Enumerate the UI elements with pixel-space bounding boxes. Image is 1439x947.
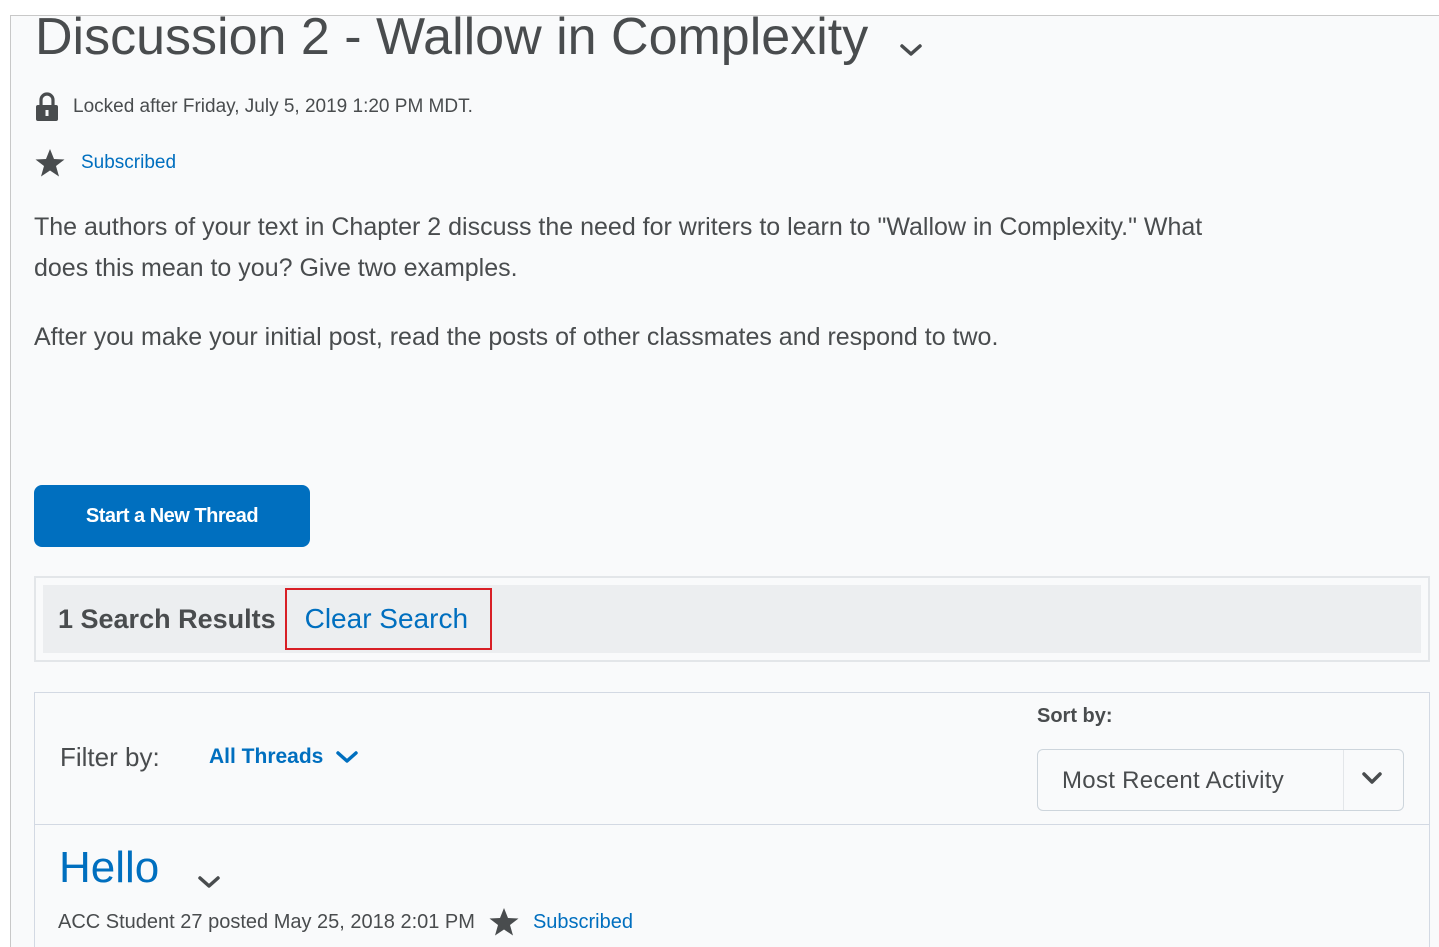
clear-search-label: Clear Search (304, 603, 469, 634)
chevron-down-icon (336, 751, 359, 763)
chevron-down-icon[interactable] (898, 40, 924, 60)
thread-meta: ACC Student 27 posted May 25, 2018 2:01 … (58, 907, 633, 937)
topic-description-paragraph: The authors of your text in Chapter 2 di… (34, 213, 1203, 282)
thread-title-link[interactable]: Hello (59, 841, 159, 895)
sort-value: Most Recent Activity (1062, 767, 1285, 794)
star-icon[interactable] (35, 148, 65, 178)
divider (35, 824, 1429, 825)
discussion-topic-view: Discussion 2 - Wallow in Complexity Lock… (10, 15, 1439, 947)
lock-text: Locked after Friday, July 5, 2019 1:20 P… (73, 96, 473, 117)
star-icon[interactable] (489, 907, 519, 937)
topic-subscription: Subscribed (35, 148, 176, 178)
select-divider (1343, 750, 1344, 810)
thread-subscribed-link[interactable]: Subscribed (533, 911, 633, 934)
topic-description-paragraph: After you make your initial post, read t… (34, 323, 999, 351)
search-results-bar: 1 Search Results Clear Search (34, 576, 1430, 662)
filter-dropdown[interactable]: All Threads (209, 745, 359, 769)
thread-posted-text: ACC Student 27 posted May 25, 2018 2:01 … (58, 910, 475, 933)
topic-header: Discussion 2 - Wallow in Complexity (35, 15, 924, 68)
search-results-count: 1 Search Results (58, 603, 276, 634)
lock-icon (36, 92, 58, 121)
thread-list-panel: Filter by: All Threads Sort by: Most Rec… (34, 692, 1430, 947)
search-results-inner: 1 Search Results Clear Search (43, 585, 1421, 653)
lock-status: Locked after Friday, July 5, 2019 1:20 P… (35, 92, 473, 122)
chevron-down-icon[interactable] (197, 873, 221, 891)
sort-label: Sort by: (1037, 705, 1113, 727)
chevron-down-icon (1362, 772, 1382, 784)
clear-search-link[interactable]: Clear Search (284, 588, 492, 650)
filter-value: All Threads (209, 745, 324, 768)
sort-select[interactable]: Most Recent Activity (1037, 749, 1404, 811)
start-new-thread-button[interactable]: Start a New Thread (34, 485, 310, 547)
subscribed-link[interactable]: Subscribed (81, 152, 176, 174)
filter-label: Filter by: (60, 742, 160, 772)
topic-title: Discussion 2 - Wallow in Complexity (35, 15, 869, 66)
thread-item: Hello (59, 841, 221, 895)
